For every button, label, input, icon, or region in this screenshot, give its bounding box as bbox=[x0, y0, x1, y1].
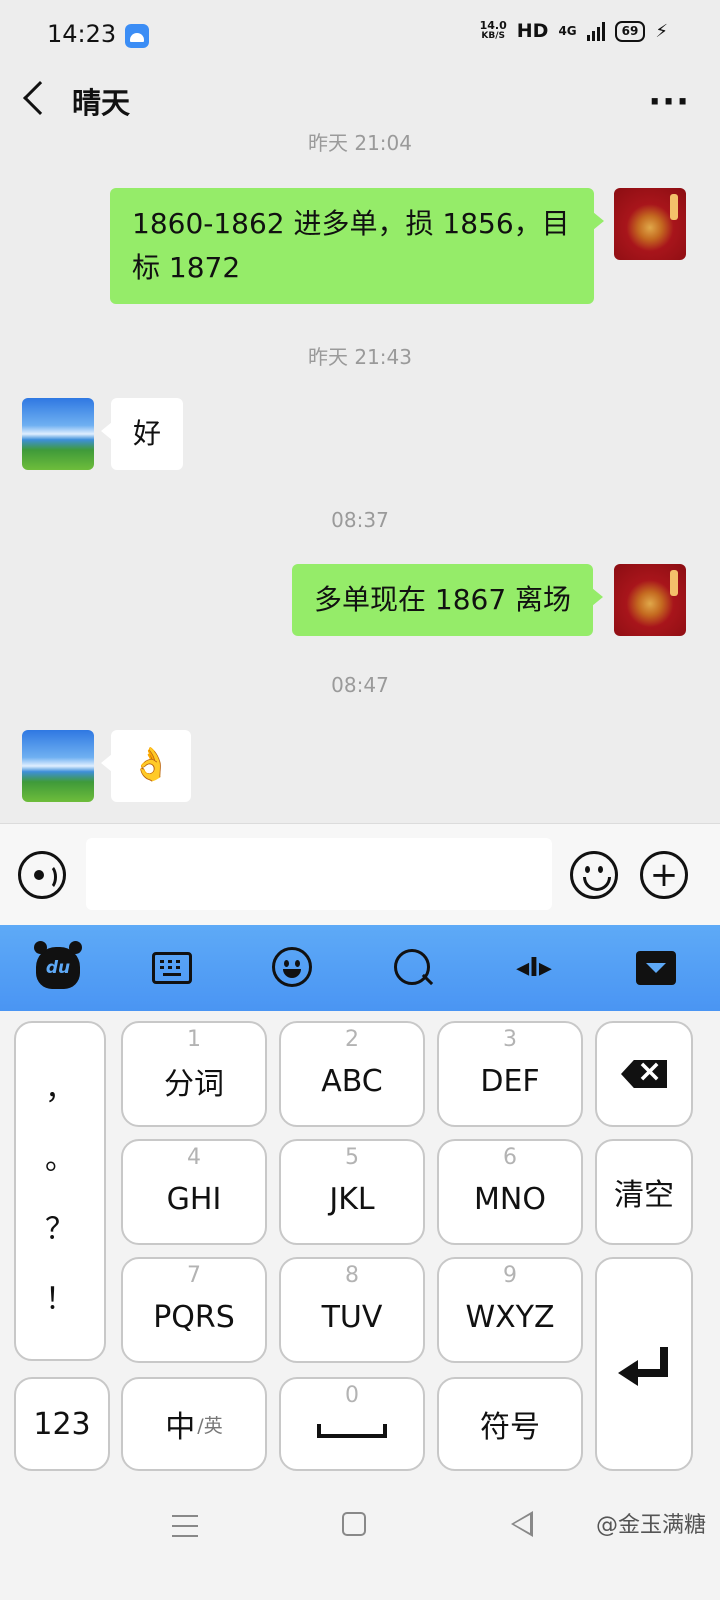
key-label: ABC bbox=[321, 1063, 383, 1099]
network-type: 4G bbox=[558, 24, 577, 38]
key-number: 8 bbox=[345, 1263, 359, 1288]
battery-icon: 69 bbox=[614, 20, 646, 42]
backspace-key[interactable] bbox=[595, 1021, 693, 1127]
backspace-icon bbox=[621, 1060, 667, 1088]
system-nav-bar: @金玉满糖 bbox=[0, 1491, 720, 1600]
message-bubble-sent[interactable]: 1860-1862 进多单，损 1856，目标 1872 bbox=[110, 188, 604, 304]
status-time: 14:23 bbox=[47, 20, 117, 48]
home-icon[interactable] bbox=[342, 1512, 366, 1536]
cursor-move-icon[interactable]: ◂I▸ bbox=[512, 947, 556, 989]
key-label: DEF bbox=[480, 1063, 540, 1099]
status-indicators: 14.0 KB/S HD 4G 69 ⚡ bbox=[480, 20, 668, 42]
baidu-input-logo-icon[interactable]: du bbox=[34, 941, 82, 989]
enter-icon bbox=[618, 1347, 670, 1386]
network-speed: 14.0 KB/S bbox=[480, 20, 507, 42]
punct-question[interactable]: ？ bbox=[45, 1204, 75, 1248]
numeric-key[interactable]: 123 bbox=[14, 1377, 110, 1471]
key-3[interactable]: 3 DEF bbox=[437, 1021, 583, 1127]
timestamp: 昨天 21:04 bbox=[308, 131, 412, 155]
key-1[interactable]: 1 分词 bbox=[121, 1021, 267, 1127]
key-7[interactable]: 7 PQRS bbox=[121, 1257, 267, 1363]
key-number: 0 bbox=[345, 1383, 359, 1408]
speed-value: 14.0 bbox=[479, 19, 507, 32]
t9-keyboard: ， 。 ？ ！ 1 分词 2 ABC 3 DEF 4 GHI 5 JKL 6 M… bbox=[0, 1011, 720, 1491]
speed-unit: KB/S bbox=[481, 31, 505, 41]
android-app-icon bbox=[125, 24, 149, 48]
key-label: JKL bbox=[329, 1181, 375, 1217]
space-key[interactable]: 0 bbox=[279, 1377, 425, 1471]
emoji-icon[interactable] bbox=[570, 851, 618, 899]
input-bar: + bbox=[0, 823, 720, 925]
key-label: GHI bbox=[166, 1181, 222, 1217]
my-avatar[interactable] bbox=[614, 188, 686, 260]
keyboard-layout-icon[interactable] bbox=[152, 952, 192, 984]
timestamp: 昨天 21:43 bbox=[308, 345, 412, 369]
key-5[interactable]: 5 JKL bbox=[279, 1139, 425, 1245]
key-4[interactable]: 4 GHI bbox=[121, 1139, 267, 1245]
emoticon-icon[interactable] bbox=[272, 947, 312, 987]
chat-list[interactable]: 昨天 21:04 1860-1862 进多单，损 1856，目标 1872 昨天… bbox=[0, 130, 720, 823]
language-toggle-key[interactable]: 中/英 bbox=[121, 1377, 267, 1471]
chat-header: 晴天 ··· bbox=[0, 70, 720, 130]
key-9[interactable]: 9 WXYZ bbox=[437, 1257, 583, 1363]
key-8[interactable]: 8 TUV bbox=[279, 1257, 425, 1363]
key-number: 4 bbox=[187, 1145, 201, 1170]
timestamp: 08:37 bbox=[331, 508, 389, 532]
key-number: 3 bbox=[503, 1027, 517, 1052]
menu-icon[interactable] bbox=[172, 1515, 198, 1537]
voice-input-icon[interactable] bbox=[18, 851, 66, 899]
key-number: 2 bbox=[345, 1027, 359, 1052]
punct-exclaim[interactable]: ！ bbox=[45, 1274, 75, 1318]
key-6[interactable]: 6 MNO bbox=[437, 1139, 583, 1245]
lang-alt: /英 bbox=[197, 1414, 223, 1437]
contact-avatar[interactable] bbox=[22, 730, 94, 802]
key-number: 6 bbox=[503, 1145, 517, 1170]
contact-avatar[interactable] bbox=[22, 398, 94, 470]
message-input[interactable] bbox=[86, 838, 552, 910]
key-label: TUV bbox=[321, 1299, 383, 1335]
page-title: 晴天 bbox=[72, 86, 131, 120]
keyboard-toolbar: du ◂I▸ bbox=[0, 925, 720, 1011]
enter-key[interactable] bbox=[595, 1257, 693, 1471]
back-nav-icon[interactable] bbox=[510, 1511, 533, 1537]
key-number: 7 bbox=[187, 1263, 201, 1288]
punctuation-column[interactable]: ， 。 ？ ！ bbox=[14, 1021, 106, 1361]
timestamp: 08:47 bbox=[331, 673, 389, 697]
key-label: MNO bbox=[474, 1181, 546, 1217]
ok-hand-emoji: 👌 bbox=[131, 745, 171, 783]
key-number: 1 bbox=[187, 1027, 201, 1052]
key-number: 5 bbox=[345, 1145, 359, 1170]
plus-icon[interactable]: + bbox=[640, 851, 688, 899]
my-avatar[interactable] bbox=[614, 564, 686, 636]
collapse-keyboard-icon[interactable] bbox=[636, 951, 676, 985]
watermark: @金玉满糖 bbox=[595, 1513, 706, 1538]
message-bubble-sent[interactable]: 多单现在 1867 离场 bbox=[292, 564, 604, 636]
key-label: 分词 bbox=[164, 1067, 224, 1102]
message-bubble-received[interactable]: 好 bbox=[100, 398, 184, 470]
punct-comma[interactable]: ， bbox=[45, 1064, 75, 1108]
key-label: PQRS bbox=[153, 1299, 235, 1335]
signal-icon bbox=[586, 21, 605, 41]
key-label: WXYZ bbox=[465, 1299, 555, 1335]
back-icon[interactable] bbox=[23, 81, 57, 115]
punct-period[interactable]: 。 bbox=[45, 1134, 75, 1178]
space-icon bbox=[317, 1424, 387, 1438]
charging-icon: ⚡ bbox=[655, 20, 668, 42]
symbols-key[interactable]: 符号 bbox=[437, 1377, 583, 1471]
search-icon[interactable] bbox=[392, 947, 436, 989]
hd-indicator: HD bbox=[516, 20, 549, 42]
key-number: 9 bbox=[503, 1263, 517, 1288]
more-options-icon[interactable]: ··· bbox=[648, 82, 690, 122]
lang-main: 中 bbox=[165, 1410, 196, 1445]
status-bar: 14:23 14.0 KB/S HD 4G 69 ⚡ bbox=[0, 0, 720, 70]
message-bubble-received[interactable]: 👌 bbox=[101, 730, 191, 802]
key-2[interactable]: 2 ABC bbox=[279, 1021, 425, 1127]
clear-key[interactable]: 清空 bbox=[595, 1139, 693, 1245]
